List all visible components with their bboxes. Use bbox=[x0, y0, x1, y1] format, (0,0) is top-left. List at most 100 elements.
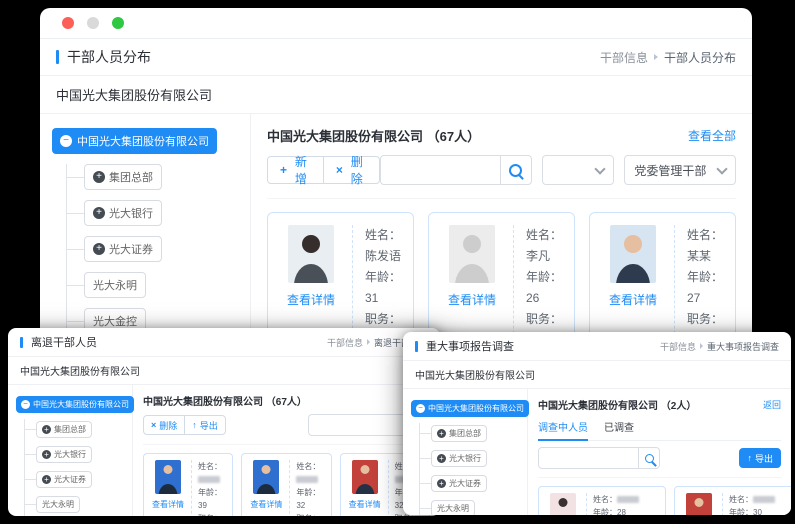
person-card: 调查中 姓名： 年龄：28 职务：商业拓展业务经理 籍贯：内蒙古 bbox=[538, 486, 666, 515]
tree-node[interactable]: 光大银行 bbox=[431, 450, 487, 467]
search-icon bbox=[509, 164, 522, 177]
window-titlebar bbox=[40, 8, 752, 39]
delete-icon bbox=[336, 163, 343, 177]
title-accent-bar bbox=[56, 50, 59, 64]
tree-node-yongming[interactable]: 光大永明 bbox=[84, 272, 146, 298]
company-bar: 中国光大集团股份有限公司 bbox=[40, 76, 752, 114]
person-photo bbox=[352, 460, 378, 494]
cadre-type-select[interactable]: 党委管理干部 bbox=[624, 155, 736, 185]
redacted-name bbox=[296, 476, 318, 483]
collapse-minus-icon[interactable] bbox=[416, 404, 425, 413]
tab-investigated[interactable]: 已调查 bbox=[604, 419, 634, 434]
page-header: 离退干部人员 干部信息 离退干部人员 bbox=[8, 328, 440, 357]
person-card: 查看详情 姓名： 年龄：32 职务：业务经理 籍贯：乌鲁木齐 bbox=[241, 453, 331, 516]
tab-under-investigation[interactable]: 调查中人员 bbox=[538, 419, 588, 434]
tree-root-node[interactable]: 中国光大集团股份有限公司 bbox=[52, 128, 217, 154]
expand-plus-icon[interactable] bbox=[42, 475, 51, 484]
view-detail-link[interactable]: 查看详情 bbox=[152, 499, 184, 510]
tree-node[interactable]: 光大银行 bbox=[36, 446, 92, 463]
search-input[interactable] bbox=[309, 420, 408, 430]
search-input[interactable] bbox=[539, 453, 638, 463]
breadcrumb-parent[interactable]: 干部信息 bbox=[327, 336, 363, 349]
tree-root-node[interactable]: 中国光大集团股份有限公司 bbox=[16, 396, 134, 413]
add-button[interactable]: 新增 bbox=[267, 156, 324, 184]
zoom-window-icon[interactable] bbox=[112, 17, 124, 29]
tree-node[interactable]: 光大证券 bbox=[36, 471, 92, 488]
search-input[interactable] bbox=[381, 163, 500, 177]
expand-plus-icon[interactable] bbox=[93, 243, 105, 255]
tree-node[interactable]: 光大永明 bbox=[36, 496, 80, 513]
person-photo bbox=[550, 493, 576, 515]
person-age: 27 bbox=[687, 291, 700, 305]
tree-root-node[interactable]: 中国光大集团股份有限公司 bbox=[411, 400, 529, 417]
delete-button[interactable]: 删除 bbox=[323, 156, 380, 184]
breadcrumb-parent[interactable]: 干部信息 bbox=[600, 49, 648, 66]
org-tree: 中国光大集团股份有限公司 集团总部 光大银行 光大证券 光大永明 光大金控 光大… bbox=[40, 114, 251, 348]
expand-plus-icon[interactable] bbox=[93, 171, 105, 183]
tree-node-bank[interactable]: 光大银行 bbox=[84, 200, 162, 226]
view-all-link[interactable]: 查看全部 bbox=[688, 127, 736, 144]
expand-plus-icon[interactable] bbox=[42, 425, 51, 434]
export-button[interactable]: 导出 bbox=[739, 448, 781, 468]
search-icon bbox=[645, 454, 654, 463]
delete-button[interactable]: 删除 bbox=[143, 415, 185, 435]
expand-plus-icon[interactable] bbox=[437, 454, 446, 463]
person-photo bbox=[686, 493, 712, 515]
title-accent-bar bbox=[415, 341, 418, 352]
view-detail-link[interactable]: 查看详情 bbox=[287, 291, 335, 308]
expand-plus-icon[interactable] bbox=[42, 450, 51, 459]
main-panel: 中国光大集团股份有限公司 （2人） 返回 调查中人员 已调查 导出 bbox=[528, 389, 791, 515]
breadcrumb: 干部信息 重大事项报告调查 bbox=[660, 340, 779, 353]
tree-node[interactable]: 集团总部 bbox=[36, 421, 92, 438]
breadcrumb-parent[interactable]: 干部信息 bbox=[660, 340, 696, 353]
search-button[interactable] bbox=[500, 156, 531, 184]
expand-plus-icon[interactable] bbox=[437, 429, 446, 438]
title-accent-bar bbox=[20, 337, 23, 348]
view-detail-link[interactable]: 查看详情 bbox=[448, 291, 496, 308]
export-button[interactable]: 导出 bbox=[184, 415, 226, 435]
export-icon bbox=[747, 453, 752, 463]
person-name: 某某 bbox=[687, 249, 711, 263]
company-bar: 中国光大集团股份有限公司 bbox=[403, 361, 791, 389]
org-tree: 中国光大集团股份有限公司 集团总部 光大银行 光大证券 光大永明 光大金控 光大… bbox=[8, 385, 133, 516]
person-card: 查看详情 姓名：李凡 年龄：26 职务：测试 籍贯： bbox=[428, 212, 575, 348]
collapse-minus-icon[interactable] bbox=[60, 135, 72, 147]
toolbar: 新增 删除 党委管理干部 bbox=[267, 155, 736, 185]
tree-node-securities[interactable]: 光大证券 bbox=[84, 236, 162, 262]
breadcrumb-arrow-icon bbox=[654, 54, 658, 60]
breadcrumb-current: 干部人员分布 bbox=[664, 49, 736, 66]
panel-title: 中国光大集团股份有限公司 （2人） bbox=[538, 397, 696, 412]
minimize-window-icon[interactable] bbox=[87, 17, 99, 29]
redacted-name bbox=[198, 476, 220, 483]
breadcrumb: 干部信息 干部人员分布 bbox=[600, 49, 736, 66]
toolbar: 删除 导出 bbox=[143, 414, 430, 436]
person-age: 26 bbox=[526, 291, 539, 305]
redacted-name bbox=[617, 496, 639, 503]
expand-plus-icon[interactable] bbox=[437, 479, 446, 488]
filter-select-empty[interactable] bbox=[542, 155, 615, 185]
person-card: 查看详情 姓名：某某 年龄：27 职务：经理 籍贯：北京市 bbox=[589, 212, 736, 348]
close-window-icon[interactable] bbox=[62, 17, 74, 29]
tree-node-group-hq[interactable]: 集团总部 bbox=[84, 164, 162, 190]
view-detail-link[interactable]: 查看详情 bbox=[250, 499, 282, 510]
expand-plus-icon[interactable] bbox=[93, 207, 105, 219]
view-detail-link[interactable]: 查看详情 bbox=[349, 499, 381, 510]
toolbar: 导出 bbox=[538, 447, 781, 469]
back-link[interactable]: 返回 bbox=[763, 398, 781, 411]
chevron-down-icon bbox=[716, 163, 727, 174]
export-icon bbox=[192, 420, 197, 430]
person-photo bbox=[610, 225, 656, 283]
window-retired-cadres: 离退干部人员 干部信息 离退干部人员 中国光大集团股份有限公司 中国光大集团股份… bbox=[8, 328, 440, 516]
main-panel: 中国光大集团股份有限公司 （67人） 删除 导出 查看详情 bbox=[133, 385, 440, 516]
tree-node[interactable]: 光大证券 bbox=[431, 475, 487, 492]
breadcrumb-arrow-icon bbox=[367, 339, 370, 345]
collapse-minus-icon[interactable] bbox=[21, 400, 30, 409]
view-detail-link[interactable]: 查看详情 bbox=[609, 291, 657, 308]
tree-node[interactable]: 集团总部 bbox=[431, 425, 487, 442]
person-name: 李凡 bbox=[526, 249, 550, 263]
search-box bbox=[380, 155, 532, 185]
add-icon bbox=[280, 163, 287, 177]
tree-node[interactable]: 光大永明 bbox=[431, 500, 475, 515]
main-panel: 中国光大集团股份有限公司 （67人） 查看全部 新增 删除 党委管理干部 bbox=[251, 114, 752, 348]
search-button[interactable] bbox=[638, 448, 659, 468]
